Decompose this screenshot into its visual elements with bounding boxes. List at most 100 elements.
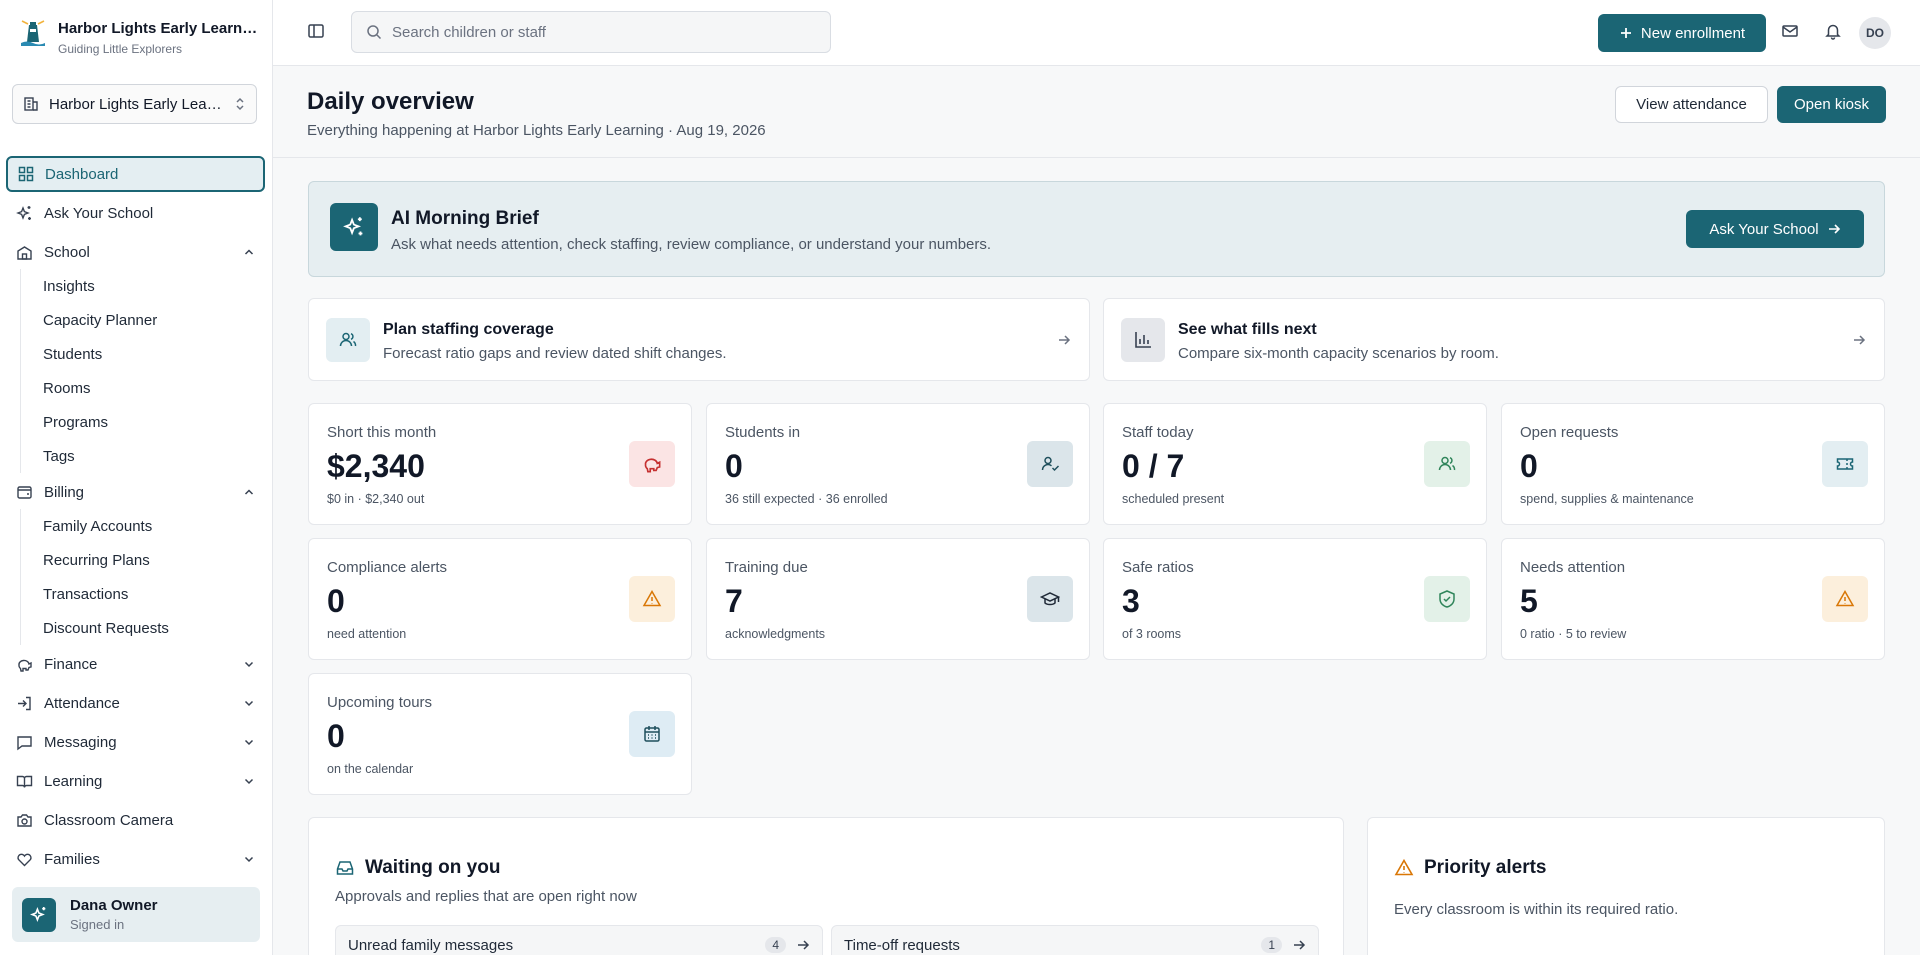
queue-count-badge: 4 — [765, 937, 786, 953]
sidebar-item-label: Learning — [44, 772, 103, 790]
brand[interactable]: Harbor Lights Early Learning Guiding Lit… — [20, 18, 258, 56]
sidebar-item-ask-your-school[interactable]: Ask Your School — [6, 195, 265, 231]
chevron-down-icon — [244, 739, 254, 746]
top-bar: New enrollment DO — [273, 0, 1920, 66]
sidebar-item-dashboard[interactable]: Dashboard — [6, 156, 265, 192]
stat-subtext: $0 in · $2,340 out — [327, 492, 425, 506]
quick-link-title: Plan staffing coverage — [383, 321, 554, 338]
stat-card-compliance-alerts[interactable]: Compliance alerts 0 need attention — [308, 538, 692, 660]
page-header: Daily overview Everything happening at H… — [273, 66, 1920, 158]
sidebar-toggle-button[interactable] — [307, 22, 325, 40]
ask-your-school-button[interactable]: Ask Your School — [1686, 210, 1864, 248]
stat-icon-container — [1424, 441, 1470, 487]
lighthouse-logo-icon — [21, 20, 45, 46]
quick-icon-container — [326, 318, 370, 362]
sidebar-item-tags[interactable]: Tags — [20, 439, 265, 473]
queue-item-label: Unread family messages — [348, 936, 514, 954]
quick-icon-container — [1121, 318, 1165, 362]
stat-icon-container — [1822, 441, 1868, 487]
see-what-fills-next-card[interactable]: See what fills next Compare six-month ca… — [1103, 298, 1885, 381]
panel-title: Waiting on you — [335, 857, 500, 879]
stat-card-open-requests[interactable]: Open requests 0 spend, supplies & mainte… — [1501, 403, 1885, 525]
stat-value: 5 — [1520, 583, 1538, 619]
book-open-icon — [16, 775, 33, 788]
sidebar-item-finance[interactable]: Finance — [6, 646, 265, 682]
school-selector[interactable]: Harbor Lights Early Learning — [12, 84, 257, 124]
stat-card-training-due[interactable]: Training due 7 acknowledgments — [706, 538, 1090, 660]
queue-item-time-off-requests[interactable]: Time-off requests 1 — [831, 925, 1319, 955]
stat-card-safe-ratios[interactable]: Safe ratios 3 of 3 rooms — [1103, 538, 1487, 660]
sidebar-item-label: Billing — [44, 483, 85, 501]
chevron-down-icon — [244, 661, 254, 668]
quick-link-description: Forecast ratio gaps and review dated shi… — [383, 345, 727, 362]
open-kiosk-button[interactable]: Open kiosk — [1777, 86, 1886, 123]
chevron-down-icon — [244, 700, 254, 707]
sidebar-item-family-accounts[interactable]: Family Accounts — [20, 509, 265, 543]
brand-tagline: Guiding Little Explorers — [58, 42, 183, 56]
stat-card-students-in[interactable]: Students in 0 36 still expected · 36 enr… — [706, 403, 1090, 525]
warning-icon — [1835, 589, 1855, 607]
user-avatar — [22, 897, 56, 932]
school-selector-value: Harbor Lights Early Learning — [49, 95, 224, 113]
billing-wallet-icon — [17, 485, 32, 499]
search-input[interactable] — [392, 23, 812, 41]
waiting-on-you-panel: Waiting on you Approvals and replies tha… — [308, 817, 1344, 955]
mail-button[interactable] — [1781, 22, 1799, 40]
sidebar-item-rooms[interactable]: Rooms — [20, 371, 265, 405]
plan-staffing-coverage-card[interactable]: Plan staffing coverage Forecast ratio ga… — [308, 298, 1090, 381]
stat-label: Short this month — [327, 424, 437, 441]
stat-card-short-this-month[interactable]: Short this month $2,340 $0 in · $2,340 o… — [308, 403, 692, 525]
sidebar-item-messaging[interactable]: Messaging — [6, 724, 265, 760]
stat-subtext: spend, supplies & maintenance — [1520, 492, 1694, 506]
stat-icon-container — [1822, 576, 1868, 622]
ticket-icon — [1836, 458, 1854, 470]
stat-card-needs-attention[interactable]: Needs attention 5 0 ratio · 5 to review — [1501, 538, 1885, 660]
sidebar-item-discount-requests[interactable]: Discount Requests — [20, 611, 265, 645]
bell-icon — [1825, 24, 1841, 40]
sidebar-item-insights[interactable]: Insights — [20, 269, 265, 303]
arrow-right-icon — [1854, 335, 1866, 345]
heart-handshake-icon — [17, 853, 32, 866]
chevron-down-icon — [244, 856, 254, 863]
panel-title: Priority alerts — [1394, 857, 1547, 879]
panel-title-text: Waiting on you — [365, 857, 501, 878]
stat-subtext: 36 still expected · 36 enrolled — [725, 492, 888, 506]
sidebar-item-students[interactable]: Students — [20, 337, 265, 371]
search-box[interactable] — [351, 11, 831, 53]
sidebar-item-label: Messaging — [44, 733, 117, 751]
sidebar-item-school[interactable]: School — [6, 234, 265, 270]
user-account-card[interactable]: Dana Owner Signed in — [12, 887, 260, 942]
sidebar-item-classroom-camera[interactable]: Classroom Camera — [6, 802, 265, 838]
arrow-right-icon — [1828, 224, 1840, 234]
user-avatar-button[interactable]: DO — [1859, 17, 1891, 49]
message-square-icon — [17, 735, 32, 750]
sidebar-item-attendance[interactable]: Attendance — [6, 685, 265, 721]
quick-link-description: Compare six-month capacity scenarios by … — [1178, 345, 1499, 362]
stat-card-staff-today[interactable]: Staff today 0 / 7 scheduled present — [1103, 403, 1487, 525]
graduation-cap-icon — [1040, 592, 1060, 606]
stat-label: Needs attention — [1520, 559, 1626, 576]
sidebar-item-capacity-planner[interactable]: Capacity Planner — [20, 303, 265, 337]
queue-item-unread-family-messages[interactable]: Unread family messages 4 — [335, 925, 823, 955]
sidebar-item-label: Families — [44, 850, 100, 868]
ask-your-school-label: Ask Your School — [1709, 220, 1819, 238]
sidebar-item-programs[interactable]: Programs — [20, 405, 265, 439]
chevron-up-icon — [244, 489, 254, 495]
dashboard-grid-icon — [18, 166, 34, 182]
new-enrollment-button[interactable]: New enrollment — [1598, 14, 1766, 52]
users-icon — [339, 332, 357, 347]
sign-in-icon — [18, 696, 31, 710]
sidebar-item-learning[interactable]: Learning — [6, 763, 265, 799]
new-enrollment-label: New enrollment — [1640, 24, 1746, 42]
stat-card-upcoming-tours[interactable]: Upcoming tours 0 on the calendar — [308, 673, 692, 795]
plus-icon — [1620, 28, 1631, 38]
arrow-right-icon — [1294, 940, 1306, 950]
sidebar-item-recurring-plans[interactable]: Recurring Plans — [20, 543, 265, 577]
warning-icon — [1394, 858, 1414, 876]
sidebar-item-billing[interactable]: Billing — [6, 474, 265, 510]
view-attendance-button[interactable]: View attendance — [1615, 86, 1768, 123]
sidebar-item-transactions[interactable]: Transactions — [20, 577, 265, 611]
notifications-button[interactable] — [1824, 22, 1842, 40]
stat-value: 0 — [1520, 448, 1538, 484]
sidebar-item-families[interactable]: Families — [6, 841, 265, 877]
